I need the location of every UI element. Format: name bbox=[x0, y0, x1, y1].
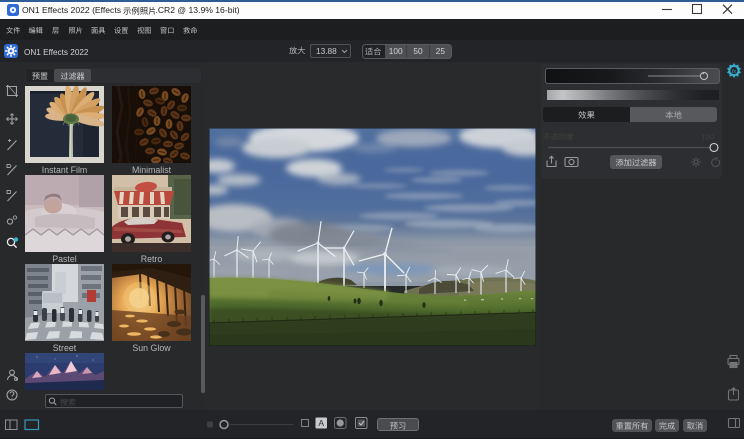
svg-text:fx: fx bbox=[732, 69, 737, 75]
svg-text:A: A bbox=[318, 418, 324, 428]
